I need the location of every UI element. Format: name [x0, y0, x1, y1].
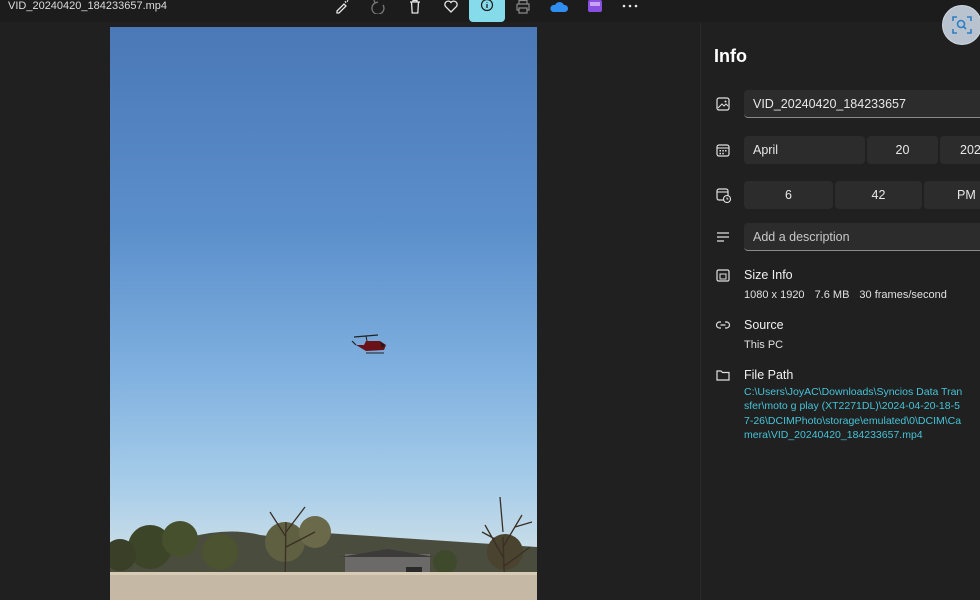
edit-button[interactable] [324, 0, 360, 22]
more-button[interactable] [612, 0, 648, 22]
video-frame[interactable] [110, 27, 537, 600]
month-value: April [753, 143, 779, 157]
link-icon [715, 321, 731, 329]
title-bar: VID_20240420_184233657.mp4 [0, 0, 980, 22]
year-picker[interactable]: 202 [940, 136, 980, 164]
clock-calendar-icon [716, 188, 731, 203]
panel-title: Info [714, 46, 747, 66]
file-title: VID_20240420_184233657.mp4 [8, 0, 168, 12]
calendar-icon [716, 144, 730, 157]
info-panel: Info VID_20240420_184233657 April 20 202… [700, 22, 980, 600]
delete-button[interactable] [397, 0, 433, 22]
print-button[interactable] [505, 0, 541, 22]
size-info-details: 1080 x 1920 7.6 MB 30 frames/second [744, 289, 957, 301]
month-picker[interactable]: April [744, 136, 865, 164]
file-path-title: File Path [744, 368, 794, 382]
info-button[interactable] [469, 0, 505, 22]
filename-value: VID_20240420_184233657 [753, 96, 906, 111]
minute-picker[interactable]: 42 [835, 181, 922, 209]
helicopter-image [351, 334, 386, 354]
visual-search-button[interactable] [942, 5, 980, 45]
day-value: 20 [895, 143, 910, 157]
clipchamp-icon [588, 0, 602, 12]
rotate-button[interactable] [361, 0, 397, 22]
info-icon [480, 0, 494, 12]
visual-search-icon [952, 16, 972, 34]
day-picker[interactable]: 20 [867, 136, 938, 164]
description-input[interactable]: Add a description [744, 223, 980, 251]
year-value: 202 [960, 143, 980, 157]
favorite-icon [444, 0, 458, 13]
minute-value: 42 [871, 188, 886, 202]
delete-icon [410, 0, 420, 14]
edit-icon [336, 0, 349, 14]
favorite-button[interactable] [433, 0, 469, 22]
period-value: PM [957, 188, 976, 202]
onedrive-icon [550, 2, 569, 12]
description-icon [717, 232, 729, 242]
size-icon [716, 269, 730, 282]
image-icon [716, 97, 730, 111]
more-icon [622, 4, 638, 8]
hour-picker[interactable]: 6 [744, 181, 833, 209]
period-picker[interactable]: PM [924, 181, 980, 209]
media-viewer [0, 22, 700, 600]
source-title: Source [744, 318, 784, 332]
size-info-title: Size Info [744, 268, 793, 282]
filename-field[interactable]: VID_20240420_184233657 [744, 90, 980, 118]
print-icon [516, 0, 530, 14]
dimensions-value: 1080 x 1920 [744, 289, 805, 301]
video-scene [110, 334, 537, 600]
description-placeholder: Add a description [753, 229, 850, 244]
rotate-icon [371, 0, 385, 14]
filesize-value: 7.6 MB [814, 289, 850, 301]
file-path-link[interactable]: C:\Users\JoyAC\Downloads\Syncios Data Tr… [744, 385, 964, 443]
onedrive-button[interactable] [541, 0, 577, 22]
framerate-value: 30 frames/second [859, 289, 947, 301]
clipchamp-button[interactable] [577, 0, 613, 22]
hour-value: 6 [785, 188, 792, 202]
folder-icon [716, 370, 730, 381]
source-value: This PC [744, 339, 784, 351]
